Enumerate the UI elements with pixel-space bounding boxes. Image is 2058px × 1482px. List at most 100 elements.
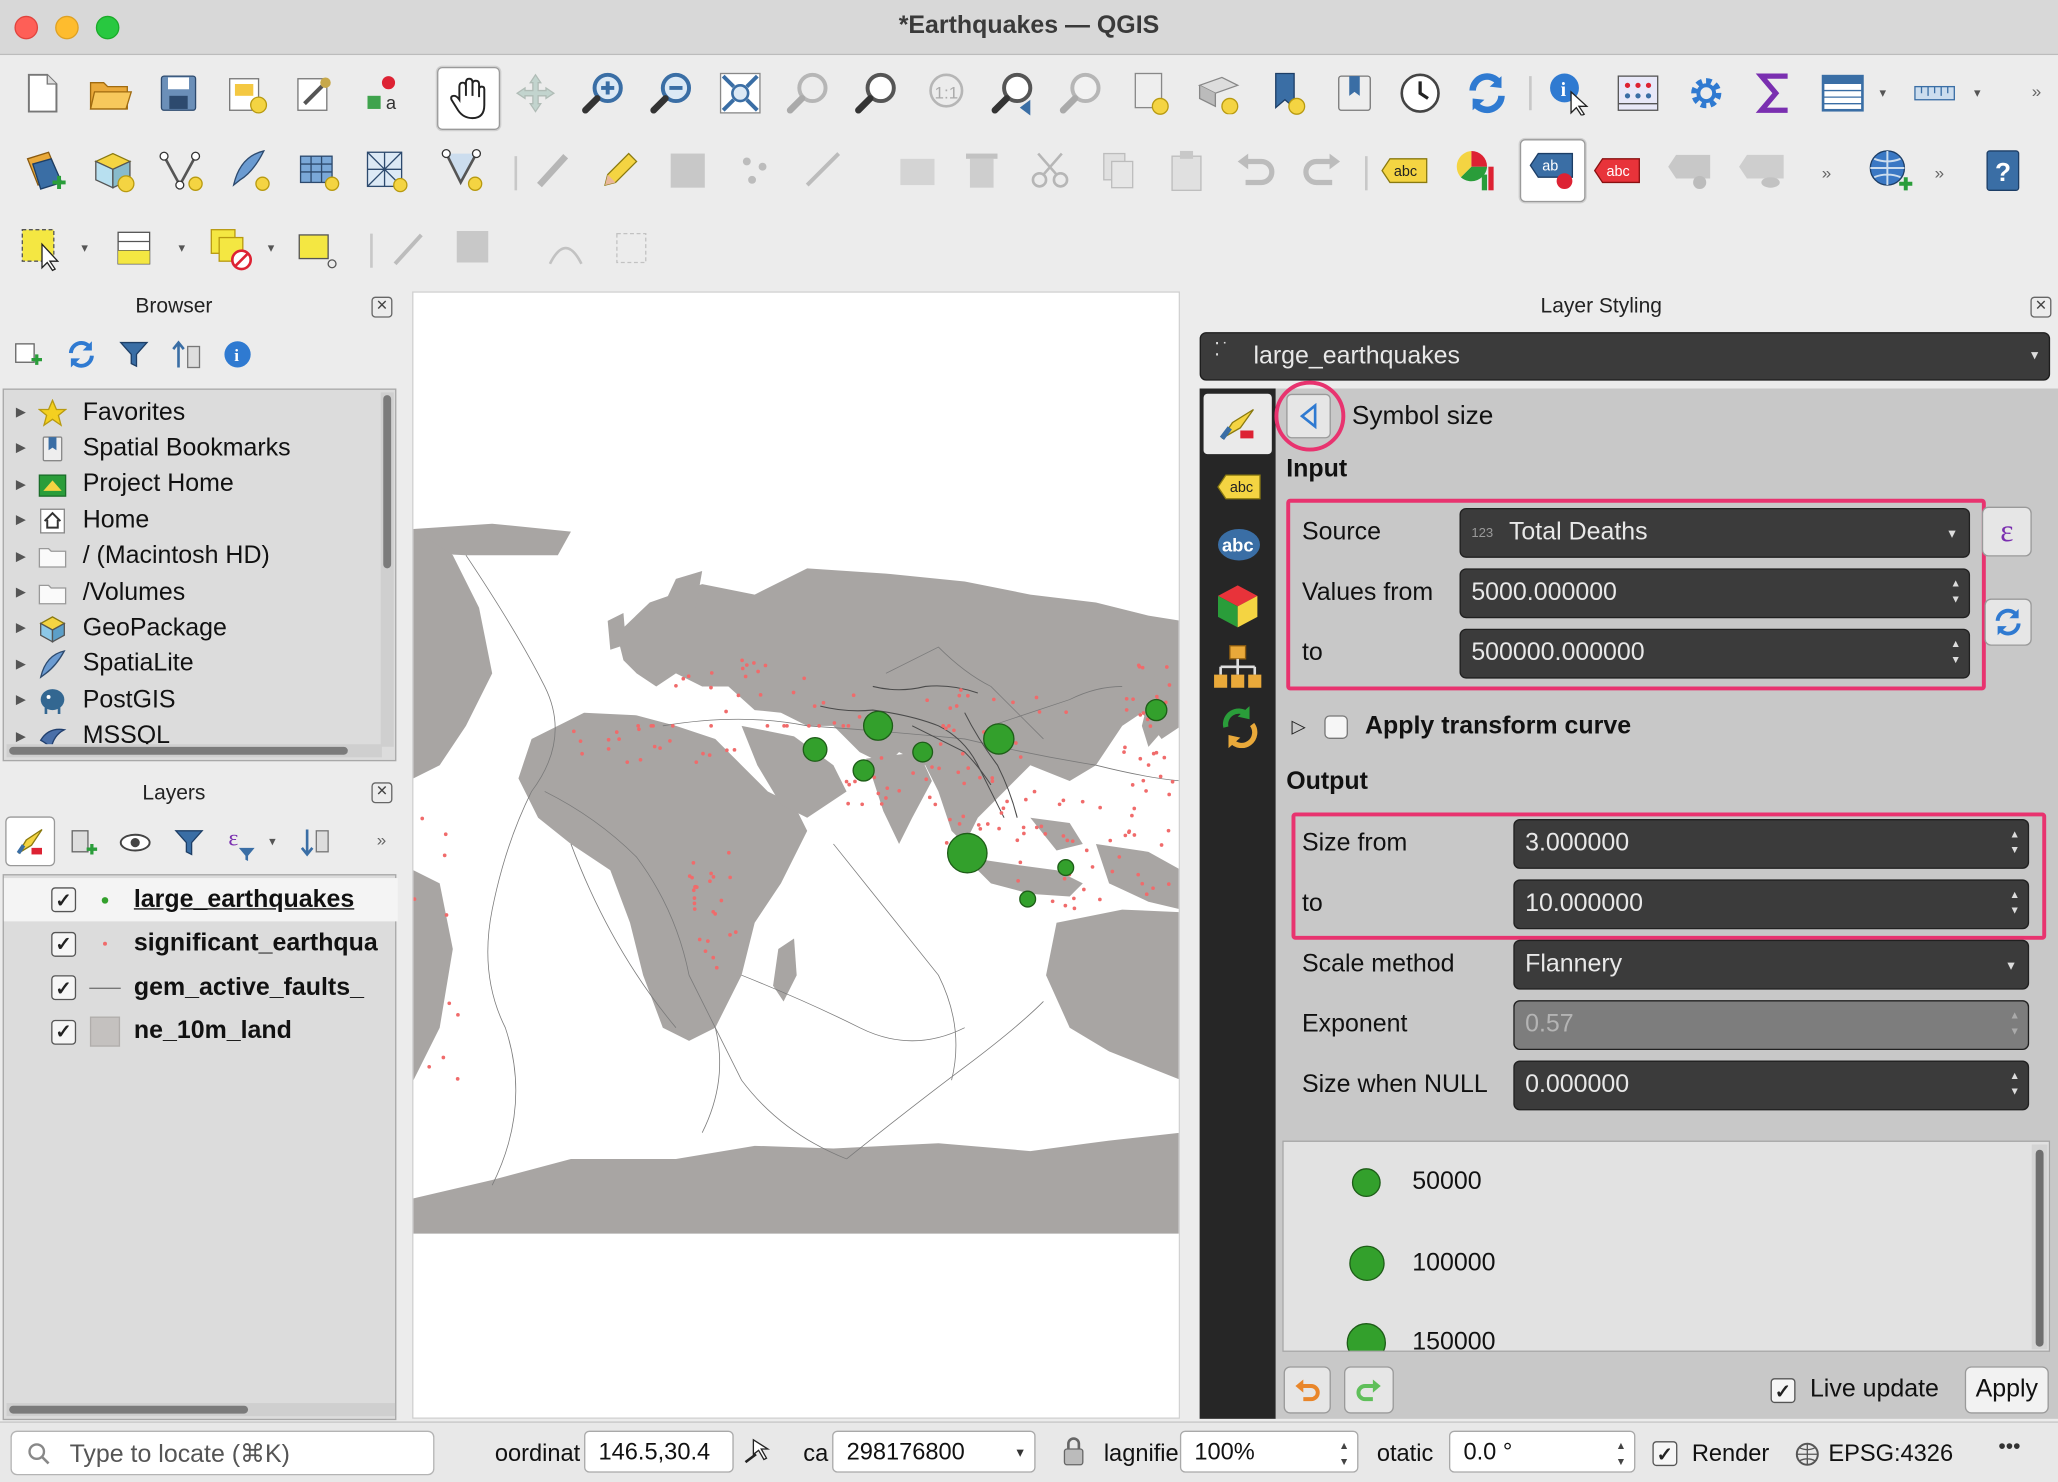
layout-manager-icon[interactable] xyxy=(289,67,342,120)
new-print-layout-icon[interactable] xyxy=(221,67,274,120)
help-icon[interactable]: ? xyxy=(1977,144,2030,197)
identify-features-icon[interactable]: i xyxy=(1544,67,1597,120)
messages-icon[interactable]: ••• xyxy=(1992,1436,2026,1462)
toggle-extents-mouse-icon[interactable] xyxy=(743,1436,775,1474)
manage-map-themes-eye-icon[interactable] xyxy=(118,830,152,856)
paste-features-icon[interactable] xyxy=(1160,144,1213,197)
layer-diagram-options-icon[interactable] xyxy=(1449,144,1502,197)
layer-labeling-options-icon[interactable]: abc xyxy=(1378,144,1431,197)
live-update-checkbox[interactable]: ✓ xyxy=(1770,1378,1796,1404)
apply-button[interactable]: Apply xyxy=(1964,1366,2049,1414)
delete-selected-icon[interactable] xyxy=(956,144,1009,197)
tab-rendering[interactable] xyxy=(1213,643,1263,697)
select-by-value-icon[interactable] xyxy=(110,223,163,276)
new-virtual-layer-icon[interactable] xyxy=(291,144,344,197)
show-hide-labels-icon[interactable] xyxy=(1735,144,1788,197)
close-icon[interactable]: ✕ xyxy=(371,296,393,318)
vertex-tool-icon[interactable] xyxy=(798,144,851,197)
expand-arrow-icon[interactable]: ▶ xyxy=(4,621,38,635)
crs-globe-icon[interactable] xyxy=(1794,1441,1820,1474)
pan-to-selection-icon[interactable] xyxy=(509,67,562,120)
modify-attributes-icon[interactable] xyxy=(893,144,946,197)
spinbox-arrows-icon[interactable]: ▲ ▼ xyxy=(2010,887,2020,919)
expand-arrow-icon[interactable]: ▶ xyxy=(4,657,38,671)
browser-item[interactable]: ▶ Project Home xyxy=(4,467,234,502)
browser-item[interactable]: ▶ / (Macintosh HD) xyxy=(4,539,270,574)
rotation-input[interactable]: 0.0 ° ▲ ▼ xyxy=(1449,1430,1636,1473)
browser-item[interactable]: ▶ SpatiaLite xyxy=(4,647,194,682)
browser-item[interactable]: ▶ PostGIS xyxy=(4,683,176,718)
deselect-features-icon[interactable] xyxy=(205,223,258,276)
vertical-scrollbar[interactable] xyxy=(380,392,394,747)
toolbar-overflow-icon[interactable]: » xyxy=(377,830,386,850)
zoom-last-icon[interactable] xyxy=(987,67,1040,120)
size-to-input[interactable]: 10.000000 ▲ ▼ xyxy=(1513,879,2030,930)
spinbox-arrows-icon[interactable]: ▲ ▼ xyxy=(2010,1008,2020,1040)
coordinate-input[interactable]: 146.5,30.4 xyxy=(584,1430,734,1473)
zoom-to-layer-icon[interactable] xyxy=(851,67,904,120)
expand-arrow-icon[interactable]: ▶ xyxy=(4,513,38,527)
undo-button[interactable] xyxy=(1283,1366,1331,1414)
spinbox-arrows-icon[interactable]: ▲ ▼ xyxy=(1950,576,1960,608)
values-to-input[interactable]: 500000.000000 ▲ ▼ xyxy=(1459,628,1971,679)
chevron-down-icon[interactable]: ▾ xyxy=(1880,87,1887,101)
open-project-icon[interactable] xyxy=(84,67,137,120)
layer-item[interactable]: ✓ large_earthquakes xyxy=(3,878,398,922)
expand-arrow-icon[interactable]: ▶ xyxy=(4,442,38,456)
browser-item[interactable]: ▶ Favorites xyxy=(4,395,185,430)
expand-arrow-icon[interactable]: ▶ xyxy=(4,477,38,491)
tab-masks[interactable]: abc xyxy=(1215,525,1262,571)
layer-visibility-checkbox[interactable]: ✓ xyxy=(51,887,77,913)
attribute-table-icon[interactable] xyxy=(1817,67,1870,120)
vertical-scrollbar[interactable] xyxy=(2031,1144,2048,1350)
expression-builder-icon[interactable]: ε xyxy=(1981,506,2032,557)
settings-gear-icon[interactable] xyxy=(1680,67,1733,120)
current-edits-icon[interactable] xyxy=(528,144,581,197)
add-group-icon[interactable] xyxy=(68,827,100,859)
toolbar-overflow-icon[interactable]: » xyxy=(1935,163,1944,183)
save-project-icon[interactable] xyxy=(152,67,205,120)
filter-by-expression-icon[interactable]: ε xyxy=(226,824,258,861)
scrollbar-thumb[interactable] xyxy=(9,1405,249,1414)
cut-features-icon[interactable] xyxy=(1024,144,1077,197)
spinbox-arrows-icon[interactable]: ▲ ▼ xyxy=(1616,1439,1626,1471)
refresh-icon[interactable] xyxy=(66,339,98,371)
select-features-icon[interactable] xyxy=(16,223,69,276)
save-layer-edits-icon[interactable] xyxy=(662,144,715,197)
temporal-controller-icon[interactable] xyxy=(1394,67,1447,120)
transform-curve-checkbox[interactable] xyxy=(1324,715,1348,739)
tab-labels[interactable]: abc xyxy=(1215,470,1262,511)
magnifier-input[interactable]: 100% ▲ ▼ xyxy=(1179,1430,1359,1473)
zoom-full-icon[interactable] xyxy=(714,67,767,120)
scale-method-select[interactable]: Flannery ▾ xyxy=(1513,939,2030,990)
expand-all-icon[interactable] xyxy=(299,827,331,859)
chevron-down-icon[interactable]: ▾ xyxy=(268,242,275,256)
locator-search-input[interactable]: Type to locate (⌘K) xyxy=(10,1430,435,1476)
digitize-pencil-icon[interactable] xyxy=(383,223,436,276)
zoom-out-icon[interactable] xyxy=(646,67,699,120)
new-spatial-bookmark-icon[interactable] xyxy=(1124,67,1177,120)
layer-visibility-checkbox[interactable]: ✓ xyxy=(51,1019,77,1045)
scale-input[interactable]: 298176800 ▾ xyxy=(832,1430,1036,1473)
collapse-all-icon[interactable] xyxy=(171,339,203,371)
crs-value[interactable]: EPSG:4326 xyxy=(1828,1440,1953,1468)
chevron-down-icon[interactable]: ▾ xyxy=(269,835,276,849)
redo-button[interactable] xyxy=(1344,1366,1394,1414)
new-spatialite-layer-icon[interactable] xyxy=(223,144,276,197)
redo-icon[interactable] xyxy=(1297,144,1350,197)
add-selected-layers-icon[interactable] xyxy=(13,339,42,368)
chevron-down-icon[interactable]: ▾ xyxy=(81,242,88,256)
pin-unpin-labels-icon[interactable] xyxy=(1664,144,1717,197)
layer-select-dropdown[interactable]: ⁚˙ large_earthquakes ▾ xyxy=(1199,332,2051,381)
pan-map-icon[interactable] xyxy=(437,66,501,130)
info-icon[interactable]: i xyxy=(223,340,252,369)
fetch-min-max-button[interactable] xyxy=(1984,598,2032,646)
values-from-input[interactable]: 5000.000000 ▲ ▼ xyxy=(1459,568,1971,619)
close-icon[interactable]: ✕ xyxy=(371,782,393,804)
zoom-in-icon[interactable] xyxy=(578,67,631,120)
shape-digitizing-icon[interactable] xyxy=(606,223,659,276)
render-checkbox[interactable]: ✓ xyxy=(1652,1441,1678,1467)
tab-history[interactable] xyxy=(1215,704,1262,755)
new-temporary-scratch-layer-icon[interactable] xyxy=(436,144,489,197)
select-by-location-icon[interactable] xyxy=(291,223,344,276)
